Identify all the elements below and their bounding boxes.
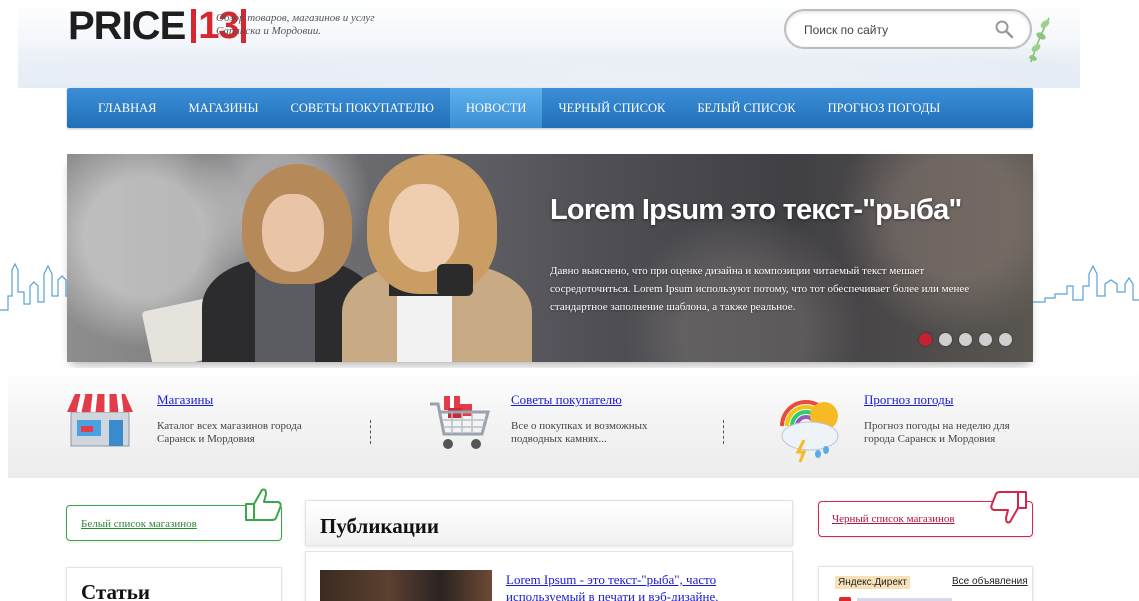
search-input[interactable] [804,20,984,40]
ads-box: Яндекс.Директ Все объявления [818,566,1033,601]
nav-item[interactable]: Белый список [681,88,811,128]
nav-item[interactable]: Прогноз погоды [812,88,957,128]
nav-item[interactable]: Новости [449,88,543,128]
nav-item[interactable]: Советы покупателю [274,88,449,128]
slider-dot[interactable] [999,333,1012,346]
slider-dot[interactable] [959,333,972,346]
search-icon[interactable] [994,19,1014,39]
feature-divider [370,420,371,444]
thumbs-up-icon [245,488,282,521]
main-nav: Главная Магазины Советы покупателю Новости Ч… [67,88,1033,128]
publications-title: Публикации [320,514,439,538]
slider-dot[interactable] [939,333,952,346]
camera-image [437,264,473,296]
slider-dot[interactable] [979,333,992,346]
yandex-direct-label[interactable]: Яндекс.Директ [835,576,910,589]
logo-word: PRICE [68,4,186,48]
search-box[interactable] [784,9,1032,49]
shopping-cart-icon[interactable] [428,390,492,456]
hero-slider[interactable]: Lorem Ipsum это текст-"рыба" Давно выясн… [67,154,1033,362]
feature-shops-link[interactable]: Магазины [157,392,213,408]
publications-header: Публикации [305,500,793,546]
nav-item[interactable]: Черный список [542,88,681,128]
publication-link[interactable]: Lorem Ipsum - это текст-"рыба", часто ис… [506,571,776,601]
articles-box: Статьи [66,567,282,601]
all-ads-link[interactable]: Все объявления [952,576,1028,587]
slider-pagination [919,333,1012,346]
ad-marker-icon [839,597,851,601]
thumbs-down-icon [990,491,1027,524]
skyline-right-decoration [1033,264,1139,303]
slider-title: Lorem Ipsum это текст-"рыба" [550,194,962,226]
nav-item[interactable]: Главная [82,88,173,128]
slider-text: Давно выяснено, что при оценке дизайна и… [550,265,970,313]
weather-icon[interactable] [774,390,846,464]
whitelist-link[interactable]: Белый список магазинов [81,518,197,530]
feature-tips-link[interactable]: Советы покупателю [511,392,622,408]
publication-thumbnail[interactable] [320,570,492,601]
blacklist-link[interactable]: Черный список магазинов [832,513,955,525]
skyline-left-decoration [0,262,70,311]
publications-list: Lorem Ipsum - это текст-"рыба", часто ис… [305,551,793,601]
feature-divider [723,420,724,444]
feature-weather-text: Прогноз погоды на неделю для города Сара… [864,420,1010,445]
nav-item[interactable]: Магазины [173,88,275,128]
slider-dot[interactable] [919,333,932,346]
slider-image-part [262,194,324,272]
leaves-decoration [1029,17,1050,63]
feature-tips-text: Все о покупках и возможных подводных кам… [511,420,648,445]
slider-image-part [389,184,459,272]
shop-icon[interactable] [65,390,135,448]
articles-title: Статьи [81,580,150,601]
feature-weather-link[interactable]: Прогноз погоды [864,392,954,408]
feature-shops-text: Каталог всех магазинов города Саранск и … [157,420,302,445]
site-tagline: Обзор товаров, магазинов и услуг Саранск… [216,12,375,37]
